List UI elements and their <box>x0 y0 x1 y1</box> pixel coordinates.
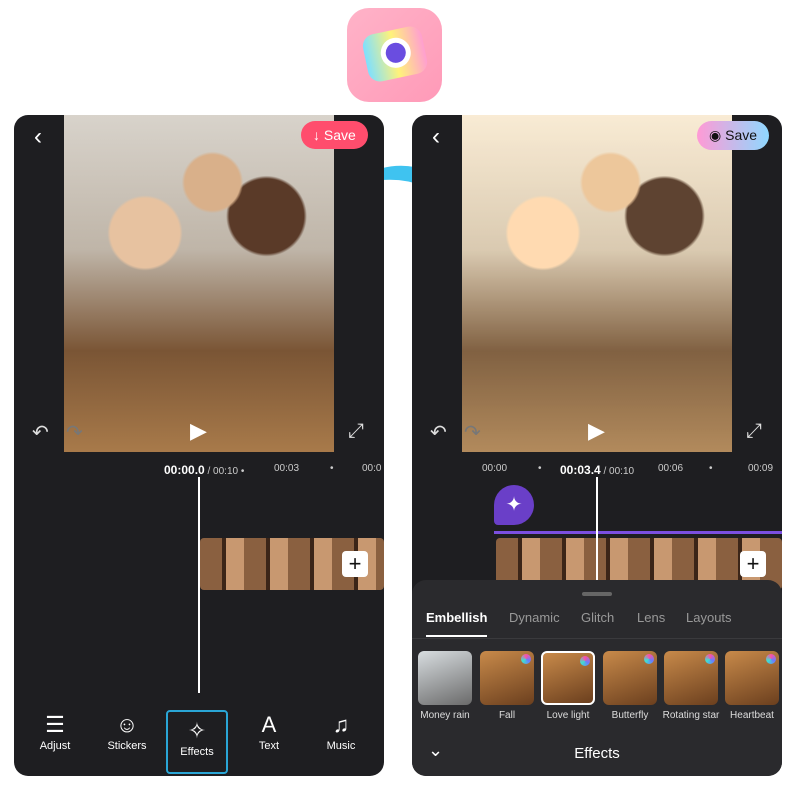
tab-lens[interactable]: Lens <box>637 610 665 625</box>
download-icon: ↓ <box>313 127 324 143</box>
effect-love-light[interactable] <box>541 651 595 705</box>
premium-icon <box>521 654 531 664</box>
tool-stickers[interactable]: ☺ Stickers <box>97 710 157 752</box>
sliders-icon: ☰ <box>45 712 65 737</box>
save-button[interactable]: ◉ Save <box>697 121 770 150</box>
undo-icon[interactable]: ↶ <box>430 420 447 445</box>
add-clip-button[interactable]: + <box>342 551 368 577</box>
effect-butterfly[interactable] <box>603 651 657 705</box>
timecode: 00:00.0 / 00:10 • <box>164 463 245 477</box>
sticker-icon: ☺ <box>115 712 139 737</box>
drag-handle[interactable] <box>582 592 612 596</box>
tab-glitch[interactable]: Glitch <box>581 610 614 625</box>
redo-icon[interactable]: ↷ <box>66 420 83 445</box>
add-clip-button[interactable]: + <box>740 551 766 577</box>
fullscreen-icon[interactable]: ⤢ <box>348 420 364 443</box>
sparkles-icon: ✧ <box>187 718 207 743</box>
effect-heartbeat[interactable] <box>725 651 779 705</box>
save-button[interactable]: ↓ Save <box>301 121 368 149</box>
premium-icon <box>644 654 654 664</box>
effect-rotating-star[interactable] <box>664 651 718 705</box>
tick: 00:06 <box>658 463 684 474</box>
premium-icon <box>766 654 776 664</box>
phone-before: ‹ ↓ Save ↶ ↷ ▶ ⤢ 00:00.0 / 00:10 • 00:03… <box>14 115 384 776</box>
tool-music[interactable]: ♫ Music <box>311 710 371 752</box>
tab-embellish[interactable]: Embellish <box>426 610 488 637</box>
eye-icon: ◉ <box>709 127 726 143</box>
effect-track[interactable] <box>494 531 782 534</box>
effect-fall[interactable] <box>480 651 534 705</box>
phone-after: ‹ ◉ Save ↶ ↷ ▶ ⤢ 00:00 • 00:03.4 / 00:10… <box>412 115 782 776</box>
effect-money-rain[interactable] <box>418 651 472 705</box>
text-icon: A <box>261 712 277 737</box>
tick: 00:09 <box>748 463 774 474</box>
tick: 00:00 <box>482 463 508 474</box>
fullscreen-icon[interactable]: ⤢ <box>746 420 762 443</box>
tool-effects[interactable]: ✧ Effects <box>166 710 228 774</box>
tick: 00:03 <box>274 463 300 474</box>
effects-panel: Embellish Dynamic Glitch Lens Layouts Mo… <box>412 580 782 776</box>
music-icon: ♫ <box>332 712 350 737</box>
tool-adjust[interactable]: ☰ Adjust <box>25 710 85 752</box>
redo-icon[interactable]: ↷ <box>464 420 481 445</box>
undo-icon[interactable]: ↶ <box>32 420 49 445</box>
app-logo <box>347 8 442 102</box>
back-button[interactable]: ‹ <box>34 123 42 151</box>
premium-icon <box>705 654 715 664</box>
panel-title: Effects <box>574 745 620 762</box>
timecode: 00:03.4 / 00:10 <box>560 463 635 477</box>
effect-marker-icon[interactable]: ✦ <box>494 485 534 525</box>
play-button[interactable]: ▶ <box>190 418 207 444</box>
camera-icon <box>360 24 430 84</box>
video-preview-effect <box>462 115 732 452</box>
tool-text[interactable]: A Text <box>239 710 299 752</box>
play-button[interactable]: ▶ <box>588 418 605 444</box>
premium-icon <box>580 656 590 666</box>
video-preview <box>64 115 334 452</box>
tab-layouts[interactable]: Layouts <box>686 610 732 625</box>
tab-dynamic[interactable]: Dynamic <box>509 610 560 625</box>
playhead[interactable] <box>596 477 598 582</box>
back-button[interactable]: ‹ <box>432 123 440 151</box>
tick: 00:0 <box>362 463 382 474</box>
